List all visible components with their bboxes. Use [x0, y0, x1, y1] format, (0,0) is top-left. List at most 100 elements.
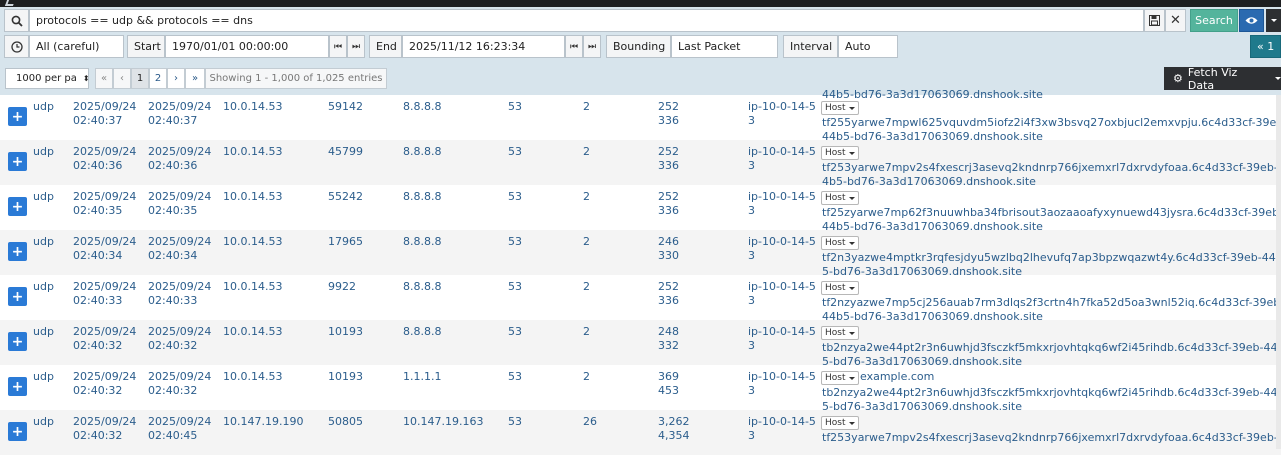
expand-row-plus-icon[interactable]: + [8, 422, 27, 441]
search-input[interactable]: protocols == udp && protocols == dns [29, 9, 1144, 32]
per-page-select[interactable]: 1000 per pa ⬍ [5, 68, 89, 89]
host-field-select[interactable]: Host [821, 371, 859, 385]
dst-ip-cell[interactable]: 8.8.8.8 [403, 325, 441, 339]
start-time-input[interactable]: 1970/01/01 00:00:00 [165, 35, 329, 58]
node-cell: ip-10-0-14-5 [748, 325, 816, 338]
page-1-button[interactable]: 1 [131, 68, 149, 89]
src-ip-cell[interactable]: 10.0.14.53 [223, 370, 282, 384]
start-cell: 2025/09/24 [73, 280, 137, 293]
bytes-cell: 3,262 [658, 415, 690, 428]
start-cell: 2025/09/24 [73, 100, 137, 113]
dst-ip-cell[interactable]: 1.1.1.1 [403, 370, 441, 384]
bounding-select[interactable]: Last Packet [671, 35, 778, 58]
start-step-forward-icon[interactable]: ⏭ [347, 35, 365, 58]
host-field-select[interactable]: Host [821, 326, 859, 340]
src-ip-cell[interactable]: 10.0.14.53 [223, 325, 282, 339]
header-panel: protocols == udp && protocols == dns ✕ S… [0, 7, 1281, 95]
dns-query-cell[interactable]: tf25zyarwe7mp62f3nuuwhba34fbrisout3aozaa… [822, 206, 1281, 220]
expand-row-plus-icon[interactable]: + [8, 287, 27, 306]
expand-row-plus-icon[interactable]: + [8, 197, 27, 216]
expand-row-plus-icon[interactable]: + [8, 332, 27, 351]
clear-icon[interactable]: ✕ [1165, 9, 1186, 32]
caret-down-icon [848, 196, 855, 200]
end-step-back-icon[interactable]: ⏮ [565, 35, 583, 58]
src-port-cell: 10193 [328, 325, 363, 338]
vertical-scrollbar[interactable] [1276, 95, 1281, 449]
start-cell: 2025/09/24 [73, 370, 137, 383]
fetch-viz-label: Fetch Viz Data [1187, 65, 1238, 92]
dns-query-cell[interactable]: tb2nzya2we44pt2r3n6uwhjd3fsczkf5mkxrjovh… [822, 341, 1281, 355]
end-time-input[interactable]: 2025/11/12 16:23:34 [402, 35, 565, 58]
clock-icon [4, 35, 29, 58]
src-ip-cell[interactable]: 10.0.14.53 [223, 235, 282, 249]
stop-cell: 2025/09/24 [148, 190, 212, 203]
src-ip-cell[interactable]: 10.0.14.53 [223, 145, 282, 159]
src-port-cell: 50805 [328, 415, 363, 428]
search-button[interactable]: Search [1190, 9, 1238, 32]
table-row: + udp 2025/09/24 02:40:32 2025/09/24 02:40:32… [0, 320, 1281, 368]
search-icon[interactable] [4, 9, 29, 32]
host-field-select[interactable]: Host [821, 416, 859, 430]
src-port-cell: 45799 [328, 145, 363, 158]
fetch-viz-button[interactable]: ⚙ Fetch Viz Data [1164, 65, 1281, 92]
start-cell: 2025/09/24 [73, 235, 137, 248]
packets-cell: 2 [583, 145, 590, 158]
start-step-back-icon[interactable]: ⏮ [329, 35, 347, 58]
dns-query-cell[interactable]: tb2nzya2we44pt2r3n6uwhjd3fsczkf5mkxrjovh… [822, 386, 1281, 400]
host-field-select[interactable]: Host [821, 236, 859, 250]
table-row: + udp 2025/09/24 02:40:36 2025/09/24 02:40:36… [0, 140, 1281, 188]
proto-cell: udp [33, 190, 54, 203]
interval-select[interactable]: Auto [838, 35, 898, 58]
collapse-panel-button[interactable]: « 1 [1250, 35, 1281, 58]
proto-cell: udp [33, 145, 54, 158]
host-field-select[interactable]: Host [821, 191, 859, 205]
start-label: Start [127, 35, 165, 58]
host-field-select[interactable]: Host [821, 281, 859, 295]
per-page-text: 1000 per pa [16, 73, 77, 84]
dst-ip-cell[interactable]: 8.8.8.8 [403, 280, 441, 294]
dst-ip-cell[interactable]: 8.8.8.8 [403, 100, 441, 114]
view-eye-icon[interactable] [1239, 9, 1264, 32]
expand-row-plus-icon[interactable]: + [8, 152, 27, 171]
stop-cell: 02:40:45 [148, 429, 198, 442]
time-range-select[interactable]: All (careful) [29, 35, 124, 58]
bytes-cell: 252 [658, 280, 679, 293]
host-field-select[interactable]: Host [821, 101, 859, 115]
host-field-select[interactable]: Host [821, 146, 859, 160]
bytes-cell: 252 [658, 100, 679, 113]
expand-row-plus-icon[interactable]: + [8, 377, 27, 396]
expand-row-plus-icon[interactable]: + [8, 242, 27, 261]
expand-row-plus-icon[interactable]: + [8, 107, 27, 126]
node-cell: 3 [748, 159, 755, 172]
dns-query-cell[interactable]: tf253yarwe7mpv2s4fxescrj3asevq2kndnrp766… [822, 161, 1281, 175]
src-ip-cell[interactable]: 10.0.14.53 [223, 280, 282, 294]
end-step-forward-icon[interactable]: ⏭ [583, 35, 601, 58]
dst-ip-cell[interactable]: 8.8.8.8 [403, 145, 441, 159]
next-page-button[interactable]: › [167, 68, 185, 89]
packets-cell: 2 [583, 280, 590, 293]
dns-query-cell[interactable]: tf255yarwe7mpwl625vquvdm5iofz2i4f3xw3bsv… [822, 116, 1281, 130]
dst-ip-cell[interactable]: 8.8.8.8 [403, 235, 441, 249]
prev-page-button[interactable]: ‹ [113, 68, 131, 89]
first-page-button[interactable]: « [95, 68, 113, 89]
dns-query-cell[interactable]: tf253yarwe7mpv2s4fxescrj3asevq2kndnrp766… [822, 431, 1281, 445]
dst-ip-cell[interactable]: 8.8.8.8 [403, 190, 441, 204]
node-cell: ip-10-0-14-5 [748, 100, 816, 113]
last-page-button[interactable]: » [185, 68, 205, 89]
page-2-button[interactable]: 2 [149, 68, 167, 89]
bytes-cell: 332 [658, 339, 679, 352]
dns-query-cell[interactable]: tf2n3yazwe4mptkr3rqfesjdyu5wzlbq2lhevufq… [822, 251, 1281, 265]
view-menu-caret-icon[interactable] [1266, 9, 1281, 32]
start-cell: 2025/09/24 [73, 415, 137, 428]
stop-cell: 2025/09/24 [148, 280, 212, 293]
src-ip-cell[interactable]: 10.0.14.53 [223, 100, 282, 114]
src-ip-cell[interactable]: 10.147.19.190 [223, 415, 303, 429]
node-cell: ip-10-0-14-5 [748, 415, 816, 428]
src-ip-cell[interactable]: 10.0.14.53 [223, 190, 282, 204]
dns-query-cell[interactable]: tf2nzyazwe7mp5cj256auab7rm3dlqs2f3crtn4h… [822, 296, 1281, 310]
dst-ip-cell[interactable]: 10.147.19.163 [403, 415, 483, 429]
save-icon[interactable] [1144, 9, 1165, 32]
host-value[interactable]: example.com [860, 370, 934, 384]
src-port-cell: 55242 [328, 190, 363, 203]
bytes-cell: 330 [658, 249, 679, 262]
